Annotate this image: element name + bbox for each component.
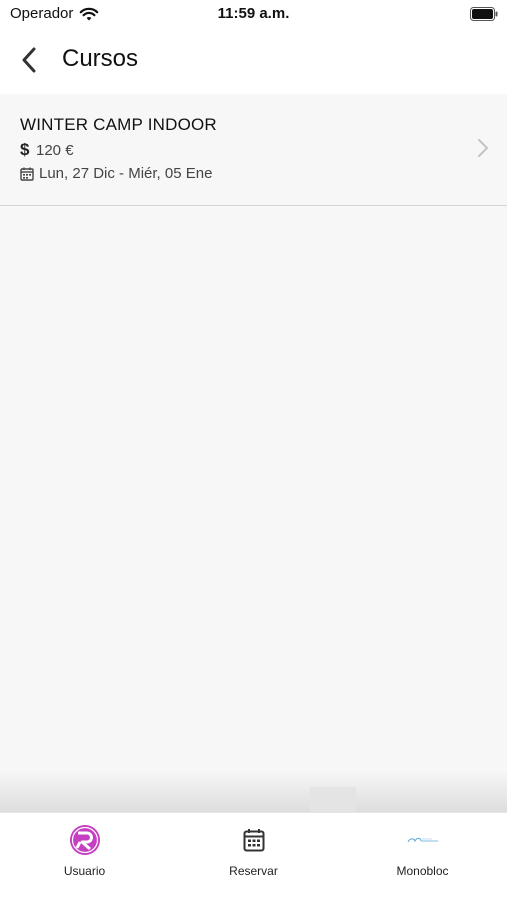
course-dates-line: Lun, 27 Dic - Miér, 05 Ene	[20, 165, 212, 182]
chevron-right-icon	[478, 139, 488, 157]
scroll-indicator	[310, 787, 356, 812]
tab-bar-shadow	[0, 770, 507, 812]
page-title: Cursos	[62, 45, 139, 72]
tab-monobloc[interactable]: Monobloc	[338, 813, 507, 900]
dollar-icon: $	[20, 140, 30, 159]
monobloc-logo-icon	[406, 823, 440, 857]
chevron-left-icon	[22, 47, 36, 73]
course-name: WINTER CAMP INDOOR	[20, 115, 217, 134]
tab-label-reservar: Reservar	[229, 864, 278, 878]
tab-bar: Usuario Reservar Monobloc	[0, 812, 507, 900]
status-time: 11:59 a.m.	[217, 5, 290, 22]
calendar-small-icon	[20, 167, 34, 181]
navigation-bar: Cursos	[0, 30, 507, 94]
course-price-line: $ 120 €	[20, 140, 74, 160]
tab-reservar[interactable]: Reservar	[169, 813, 338, 900]
back-button[interactable]	[14, 44, 44, 76]
course-list[interactable]: WINTER CAMP INDOOR $ 120 € Lun, 27 Dic -…	[0, 94, 507, 812]
calendar-icon	[237, 823, 271, 857]
user-logo-icon	[68, 823, 102, 857]
tab-usuario[interactable]: Usuario	[0, 813, 169, 900]
course-list-item[interactable]: WINTER CAMP INDOOR $ 120 € Lun, 27 Dic -…	[0, 94, 507, 206]
course-price: 120 €	[36, 141, 74, 159]
course-dates: Lun, 27 Dic - Miér, 05 Ene	[39, 165, 213, 182]
tab-label-usuario: Usuario	[63, 864, 106, 878]
status-bar: Operador 11:59 a.m.	[0, 0, 507, 30]
tab-label-monobloc: Monobloc	[396, 864, 449, 878]
battery-icon	[470, 7, 498, 21]
